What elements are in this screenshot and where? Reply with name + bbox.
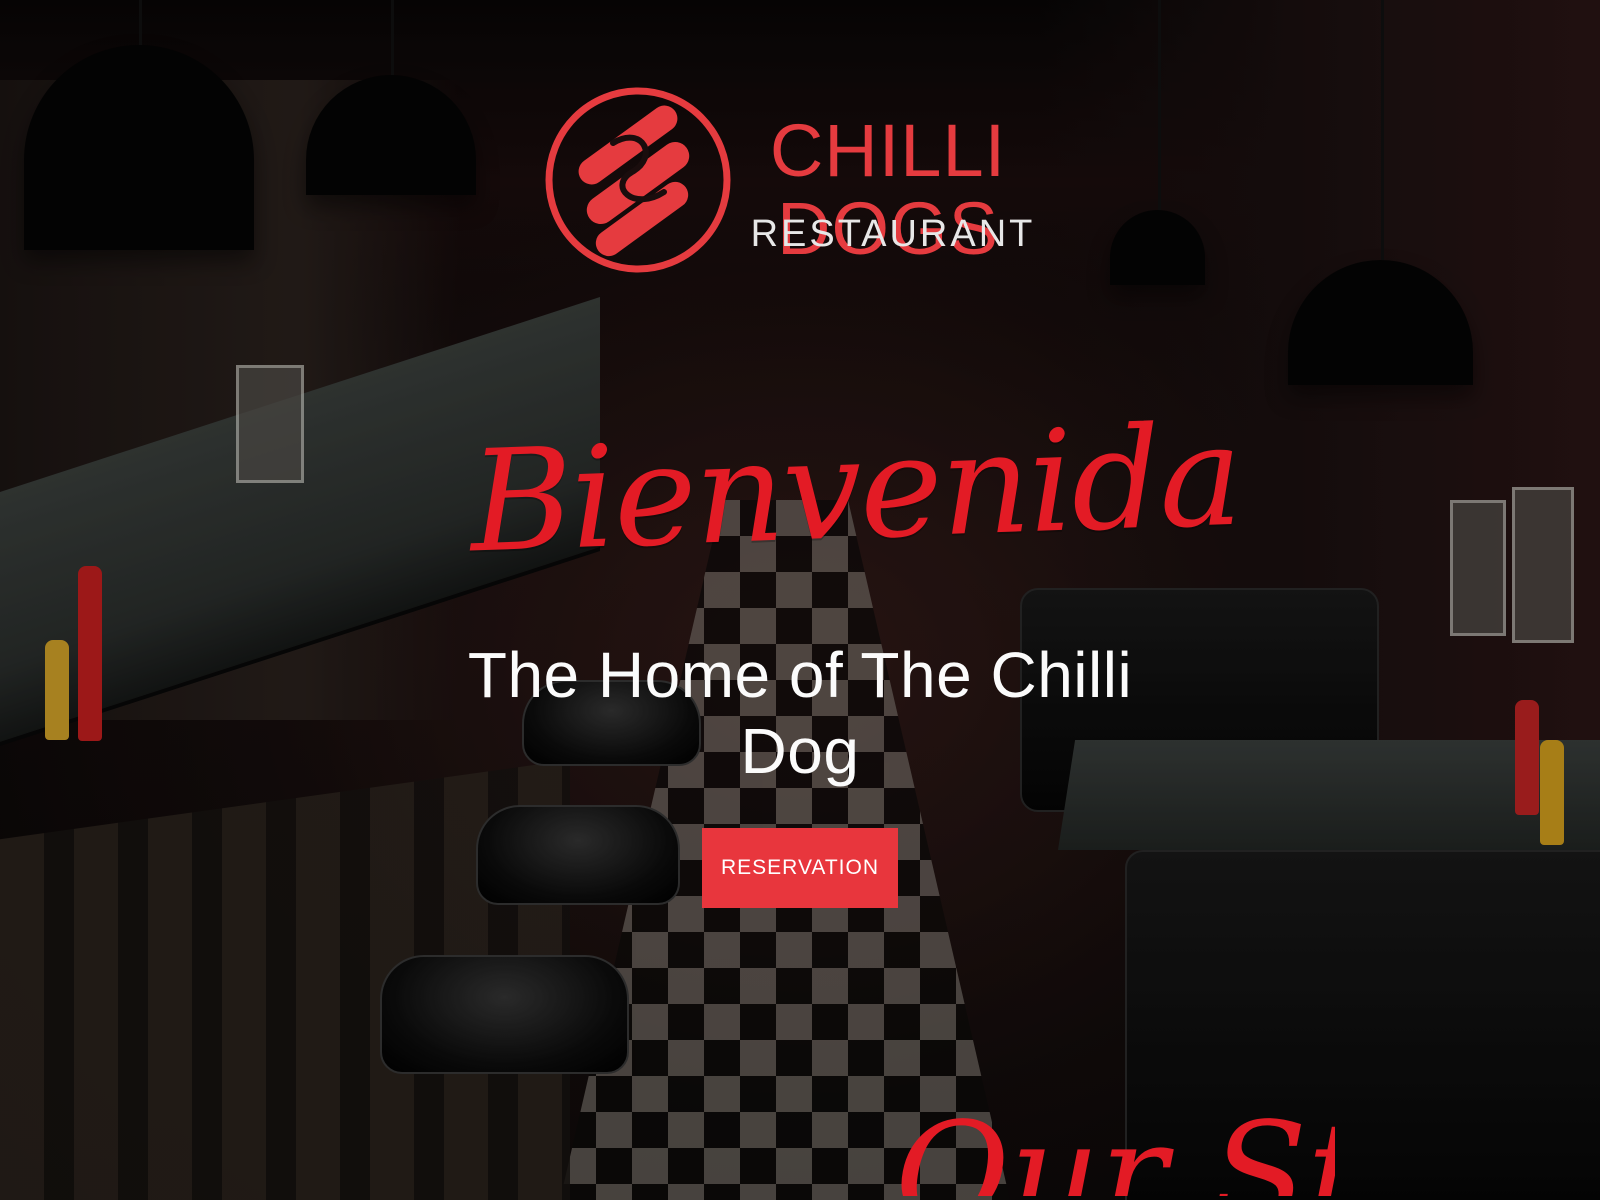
hero-tagline: The Home of The Chilli Dog bbox=[467, 639, 1133, 788]
next-section-heading: Our Story bbox=[895, 1100, 1335, 1200]
brand-subtitle: RESTAURANT bbox=[750, 213, 1036, 255]
welcome-heading: Bienvenida bbox=[467, 394, 1244, 585]
hero-section: CHILLI DOGS RESTAURANT Bienvenida The Ho… bbox=[0, 0, 1600, 1200]
brand-logo[interactable]: CHILLI DOGS RESTAURANT bbox=[538, 80, 1078, 280]
reservation-button[interactable]: RESERVATION bbox=[702, 828, 898, 908]
